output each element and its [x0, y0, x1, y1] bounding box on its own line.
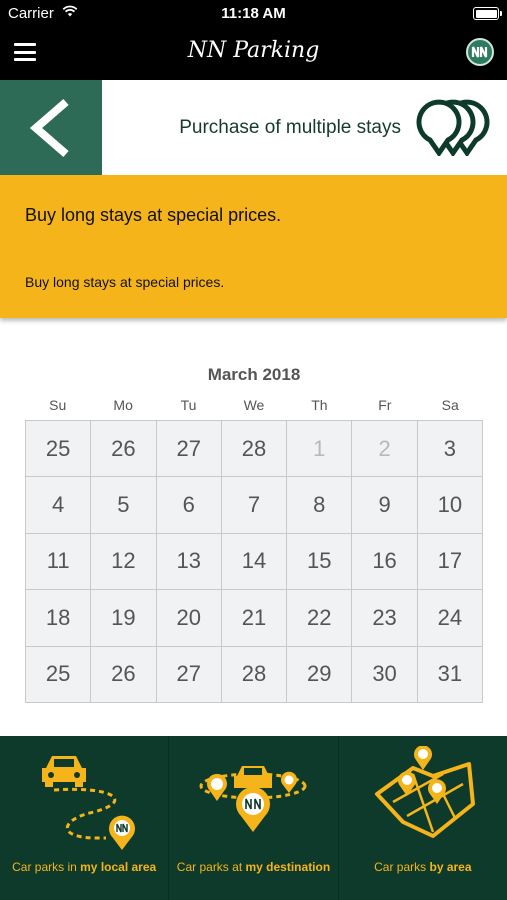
calendar-day-cell[interactable]: 27: [156, 421, 222, 478]
local-area-tile[interactable]: Car parks in my local area: [0, 736, 170, 900]
calendar-day-cell[interactable]: 28: [221, 421, 288, 478]
status-time: 11:18 AM: [221, 5, 286, 22]
calendar-day-cell[interactable]: 28: [221, 646, 288, 703]
calendar-day-cell[interactable]: 6: [156, 477, 222, 534]
info-banner: Buy long stays at special prices. Buy lo…: [0, 175, 507, 318]
calendar-day-cell[interactable]: 24: [417, 590, 483, 647]
status-bar: Carrier 11:18 AM: [0, 0, 507, 28]
battery-icon: [473, 7, 502, 20]
weekday-label: We: [243, 397, 265, 413]
calendar-day-cell[interactable]: 14: [221, 533, 288, 591]
weekday-header-row: Su Mo Tu We Th Fr Sa: [25, 390, 483, 420]
calendar-day-cell[interactable]: 30: [352, 646, 418, 703]
weekday-label: Th: [311, 397, 328, 413]
calendar-day-cell[interactable]: 18: [26, 590, 92, 647]
calendar-day-cell[interactable]: 26: [91, 646, 157, 703]
calendar-day-cell[interactable]: 21: [221, 590, 288, 647]
destination-label: Car parks at my destination: [176, 860, 331, 874]
calendar-day-cell[interactable]: 13: [156, 533, 222, 591]
car-route-icon: [42, 756, 136, 850]
calendar-day-cell[interactable]: 20: [156, 590, 222, 647]
calendar-day-cell[interactable]: 22: [287, 590, 353, 647]
calendar-day-cell[interactable]: 9: [352, 477, 418, 534]
calendar-day-cell[interactable]: 19: [91, 590, 157, 647]
calendar: March 2018 Su Mo Tu We Th Fr Sa 25 26 27 28…: [25, 364, 483, 703]
nn-logo-mark: [471, 46, 488, 58]
nn-logo-icon[interactable]: [466, 38, 494, 66]
weekday-label: Fr: [378, 397, 392, 413]
chevron-left-icon: [29, 98, 69, 158]
calendar-day-cell[interactable]: 3: [417, 421, 483, 478]
calendar-day-cell[interactable]: 29: [287, 646, 353, 703]
weekday-label: Sa: [441, 397, 459, 413]
calendar-day-cell[interactable]: 26: [91, 421, 157, 478]
calendar-day-cell[interactable]: 31: [417, 646, 483, 703]
back-button[interactable]: [0, 80, 102, 175]
banner-headline: Buy long stays at special prices.: [25, 205, 282, 225]
weekday-label: Mo: [113, 397, 133, 413]
calendar-day-cell[interactable]: 17: [417, 533, 483, 591]
calendar-day-cell[interactable]: 10: [417, 477, 483, 534]
by-area-tile[interactable]: Car parks by area: [339, 736, 507, 900]
calendar-day-cell[interactable]: 25: [26, 421, 92, 478]
weekday-label: Tu: [180, 397, 197, 413]
area-map-icon: [374, 746, 475, 838]
calendar-day-cell[interactable]: 23: [352, 590, 418, 647]
multiple-pins-icon: [416, 99, 490, 156]
weekday-label: Su: [49, 397, 67, 413]
banner-subtext: Buy long stays at special prices.: [25, 274, 225, 290]
calendar-day-cell[interactable]: 27: [156, 646, 222, 703]
calendar-month-label: March 2018: [207, 365, 301, 384]
calendar-day-cell[interactable]: 11: [26, 533, 92, 591]
calendar-day-cell[interactable]: 8: [287, 477, 353, 534]
destination-tile[interactable]: Car parks at my destination: [169, 736, 339, 900]
page-title: Purchase of multiple stays: [179, 117, 401, 138]
calendar-day-cell: 2: [352, 421, 418, 478]
calendar-grid: 25 26 27 28 1 2 3 4 5 6 7 8 9 10 11 12 13 14 15 16 17 18 19 20 2…: [25, 420, 483, 703]
calendar-day-cell[interactable]: 12: [91, 533, 157, 591]
calendar-day-cell[interactable]: 16: [352, 533, 418, 591]
destination-pin-icon: [199, 766, 307, 832]
nav-bar: NN Parking: [0, 28, 507, 80]
page-header: Purchase of multiple stays: [0, 80, 507, 175]
calendar-day-cell: 1: [287, 421, 353, 478]
calendar-day-cell[interactable]: 15: [287, 533, 353, 591]
calendar-day-cell[interactable]: 25: [26, 646, 92, 703]
calendar-day-cell[interactable]: 4: [26, 477, 92, 534]
calendar-day-cell[interactable]: 7: [221, 477, 288, 534]
local-area-label: Car parks in my local area: [12, 860, 157, 874]
by-area-label: Car parks by area: [374, 860, 472, 874]
calendar-day-cell[interactable]: 5: [91, 477, 157, 534]
bottom-nav: Car parks in my local area Car parks at …: [0, 736, 507, 900]
app-title: NN Parking: [187, 38, 320, 63]
